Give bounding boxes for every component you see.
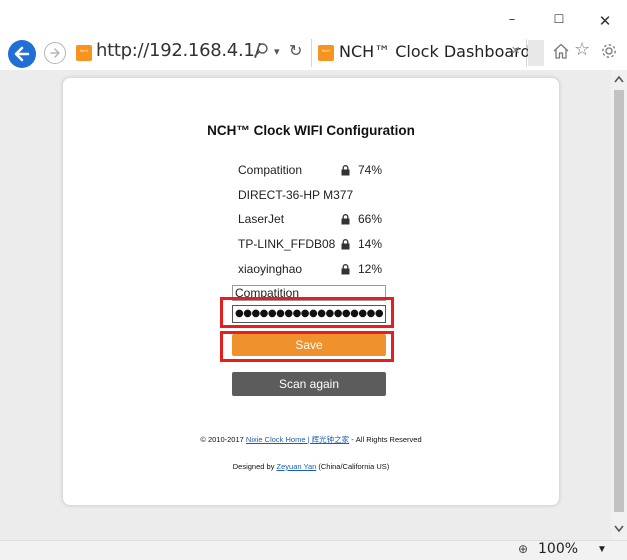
network-signal: 12%: [358, 262, 383, 276]
network-item[interactable]: DIRECT-36-HP M377: [238, 188, 418, 206]
network-name: LaserJet: [238, 212, 285, 226]
lock-icon: [341, 264, 350, 275]
network-name: Compatition: [238, 163, 303, 177]
copyright-suffix: - All Rights Reserved: [349, 435, 422, 444]
tab-title: NCH™ Clock Dashboard: [339, 42, 531, 61]
close-window-button[interactable]: ✕: [585, 12, 625, 30]
network-signal: 14%: [358, 237, 383, 251]
close-tab-icon[interactable]: ×: [511, 42, 520, 59]
browser-toolbar: ᴺᶜᴴ http://192.168.4.1/ ▾ ↻ ᴺᶜᴴ NCH™ Clo…: [0, 32, 627, 68]
home-link[interactable]: Nixie Clock Home | 辉光钟之家: [246, 435, 349, 444]
page-title: NCH™ Clock WIFI Configuration: [207, 123, 415, 138]
network-item[interactable]: TP-LINK_FFDB08 14%: [238, 237, 418, 255]
network-item[interactable]: xiaoyinghao 12%: [238, 262, 418, 280]
highlight-box-password: [220, 297, 394, 328]
highlight-box-save: [220, 331, 394, 362]
arrow-right-icon: [50, 48, 60, 58]
network-item[interactable]: LaserJet 66%: [238, 212, 418, 230]
zoom-level[interactable]: 100%: [538, 541, 578, 557]
back-button[interactable]: [8, 40, 36, 68]
config-card: NCH™ Clock WIFI Configuration Compatitio…: [62, 77, 560, 506]
zoom-dropdown-icon[interactable]: ▼: [597, 544, 607, 555]
zoom-icon[interactable]: ⊕: [518, 542, 528, 556]
scroll-thumb[interactable]: [614, 90, 624, 512]
copyright-footer: © 2010-2017 Nixie Clock Home | 辉光钟之家 - A…: [63, 434, 559, 445]
network-item[interactable]: Compatition 74%: [238, 163, 418, 181]
site-favicon-icon: ᴺᶜᴴ: [76, 45, 92, 61]
designer-footer: Designed by Zeyuan Yan (China/California…: [63, 462, 559, 471]
lock-icon: [341, 214, 350, 225]
tab-clock-dashboard[interactable]: ᴺᶜᴴ NCH™ Clock Dashboard ×: [311, 39, 531, 67]
scan-again-button[interactable]: Scan again: [232, 372, 386, 396]
designer-link[interactable]: Zeyuan Yan: [277, 462, 317, 471]
designed-suffix: (China/California US): [316, 462, 390, 471]
chevron-down-icon[interactable]: ▾: [274, 45, 280, 58]
page-viewport: NCH™ Clock WIFI Configuration Compatitio…: [0, 70, 611, 540]
lock-icon: [341, 239, 350, 250]
lock-icon: [341, 165, 350, 176]
tab-favicon-icon: ᴺᶜᴴ: [318, 45, 334, 61]
scroll-up-icon[interactable]: [614, 74, 624, 86]
status-bar: ⊕ 100% ▼: [0, 540, 627, 560]
address-bar[interactable]: http://192.168.4.1/: [96, 40, 261, 61]
maximize-button[interactable]: ☐: [539, 12, 579, 26]
scroll-down-icon[interactable]: [614, 524, 624, 536]
vertical-scrollbar[interactable]: [611, 70, 627, 540]
favorites-star-icon[interactable]: ☆: [574, 39, 590, 60]
network-name: xiaoyinghao: [238, 262, 303, 276]
refresh-icon[interactable]: ↻: [289, 41, 302, 60]
forward-button[interactable]: [44, 42, 66, 64]
copyright-prefix: © 2010-2017: [200, 435, 246, 444]
arrow-left-icon: [14, 46, 30, 62]
minimize-button[interactable]: –: [492, 12, 532, 27]
gear-icon[interactable]: [600, 42, 618, 65]
network-name: DIRECT-36-HP M377: [238, 188, 354, 202]
search-icon[interactable]: [253, 42, 269, 63]
home-icon[interactable]: [552, 42, 570, 65]
designed-prefix: Designed by: [232, 462, 277, 471]
network-signal: 74%: [358, 163, 383, 177]
network-name: TP-LINK_FFDB08: [238, 237, 336, 251]
new-tab-button[interactable]: [528, 40, 544, 66]
network-signal: 66%: [358, 212, 383, 226]
